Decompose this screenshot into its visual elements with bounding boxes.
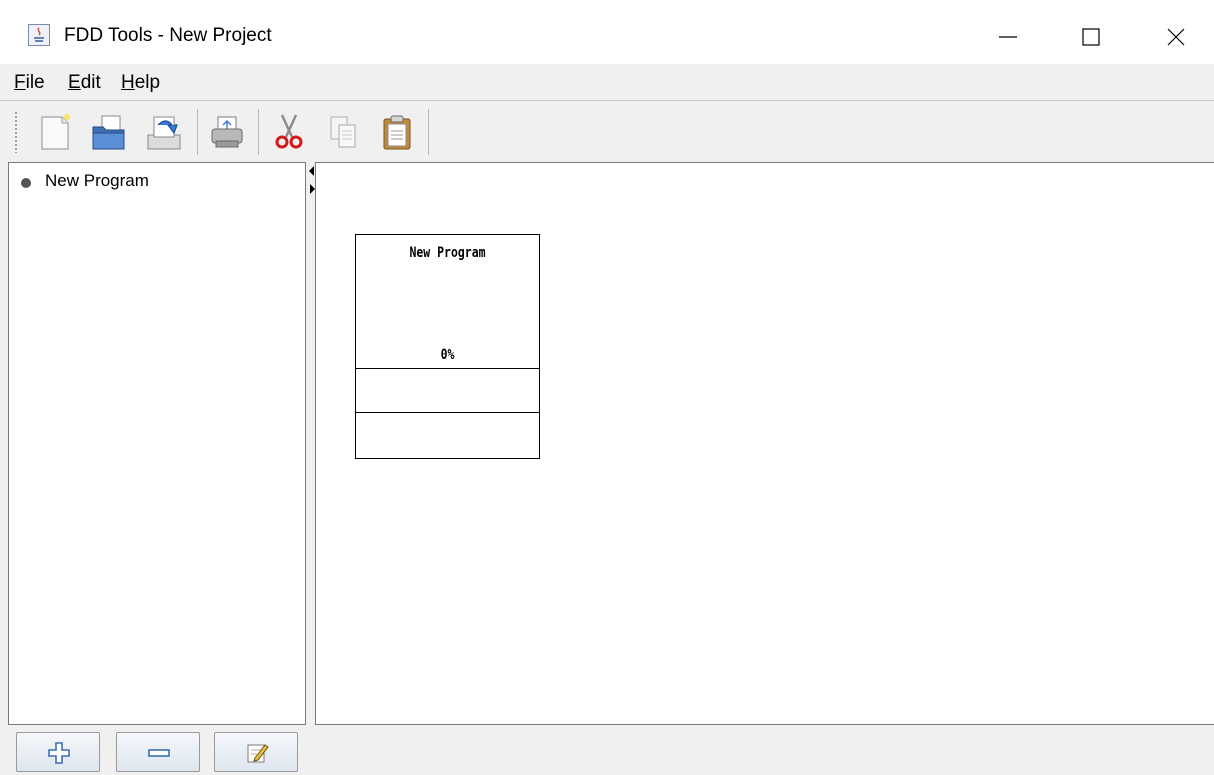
print-icon[interactable] xyxy=(208,111,246,153)
paste-icon[interactable] xyxy=(378,111,416,153)
title-bar: FDD Tools - New Project xyxy=(0,0,1214,74)
menu-file[interactable]: File xyxy=(14,72,45,94)
remove-icon xyxy=(148,749,170,757)
minimize-button[interactable] xyxy=(985,14,1031,60)
save-icon[interactable] xyxy=(144,111,182,153)
edit-icon xyxy=(247,744,269,763)
edit-button[interactable] xyxy=(214,732,298,772)
split-pane-divider[interactable] xyxy=(307,160,315,726)
tree-node-icon xyxy=(21,178,31,188)
copy-icon[interactable] xyxy=(325,111,363,153)
menu-help[interactable]: Help xyxy=(121,72,160,94)
open-icon[interactable] xyxy=(90,111,128,153)
window-title: FDD Tools - New Project xyxy=(64,25,272,46)
toolbar-separator xyxy=(258,109,259,155)
menu-edit[interactable]: Edit xyxy=(68,72,101,94)
program-box-divider xyxy=(356,368,539,369)
java-app-icon xyxy=(28,24,50,46)
program-progress-label: 0% xyxy=(440,347,455,363)
cut-icon[interactable] xyxy=(270,111,308,153)
new-icon[interactable] xyxy=(36,111,74,153)
program-box-name: New Program xyxy=(409,245,486,261)
toolbar-grip[interactable] xyxy=(14,111,18,153)
program-box[interactable]: New Program 0% xyxy=(355,234,540,459)
menu-bar: File Edit Help xyxy=(0,64,1214,100)
toolbar-separator xyxy=(197,109,198,155)
program-box-divider xyxy=(356,412,539,413)
tree-action-bar xyxy=(0,726,1214,775)
project-tree[interactable]: New Program xyxy=(8,162,306,725)
add-button[interactable] xyxy=(16,732,100,772)
tree-item-label: New Program xyxy=(45,171,149,190)
diagram-canvas[interactable]: New Program 0% xyxy=(315,162,1214,725)
remove-button[interactable] xyxy=(116,732,200,772)
close-button[interactable] xyxy=(1153,14,1199,60)
toolbar-separator xyxy=(428,109,429,155)
add-icon xyxy=(48,742,70,764)
maximize-button[interactable] xyxy=(1068,14,1114,60)
toolbar xyxy=(0,101,1214,159)
